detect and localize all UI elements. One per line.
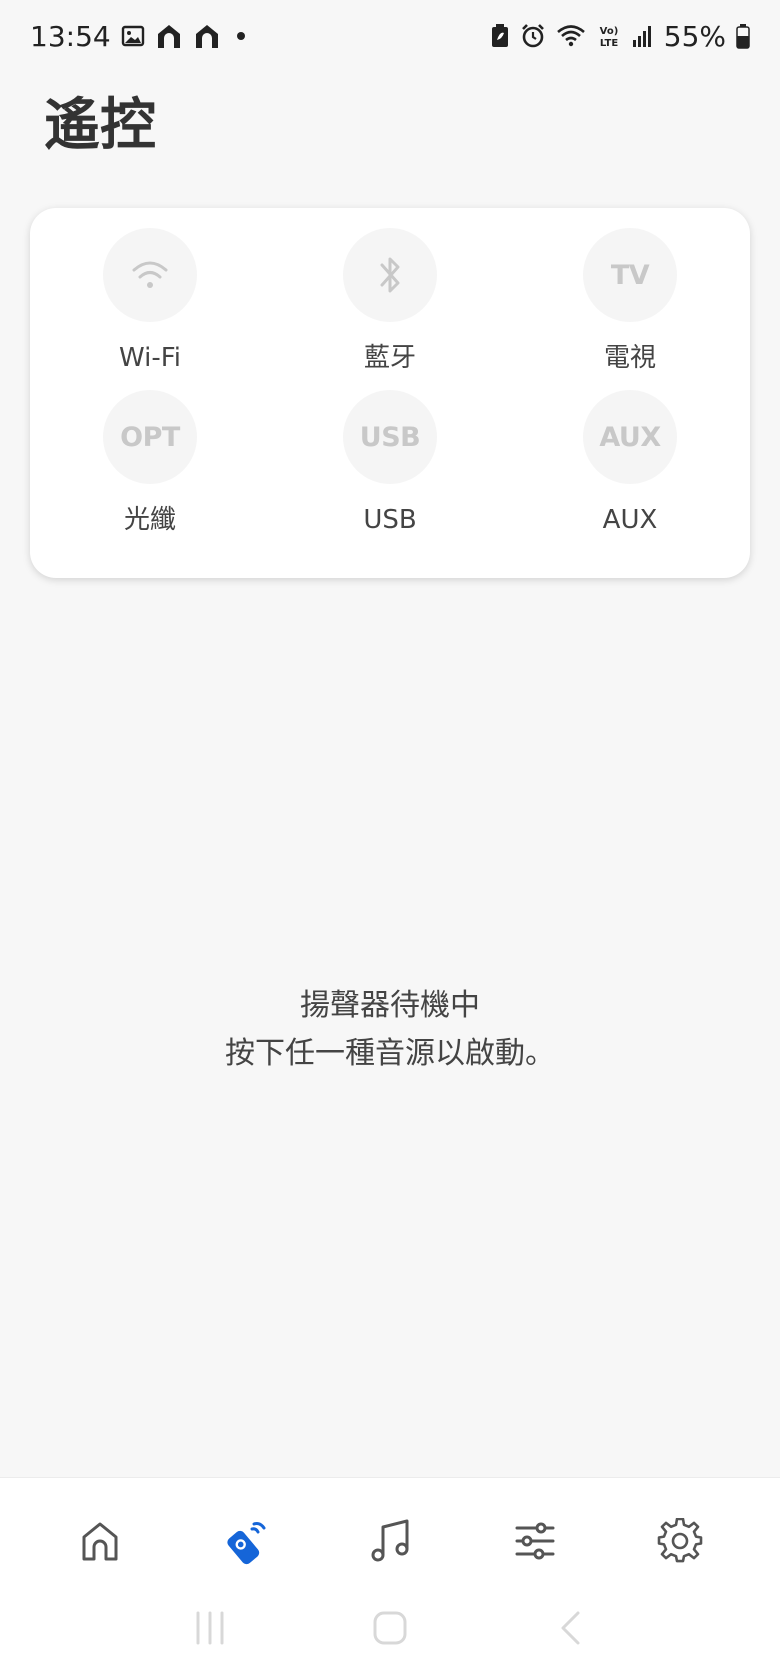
- wifi-icon: [556, 23, 586, 49]
- alarm-icon: [520, 23, 546, 49]
- equalizer-icon: [513, 1519, 557, 1567]
- wifi-icon: [103, 228, 197, 322]
- volte-icon: Vo) LTE: [596, 23, 622, 49]
- source-label: 光纖: [123, 505, 176, 535]
- source-card: Wi-Fi 藍牙 TV 電視 OPT 光纖 USB USB AUX AUX: [30, 208, 750, 578]
- home-app-icon: [193, 22, 221, 50]
- nav-home[interactable]: [63, 1506, 137, 1580]
- battery-saver-icon: [490, 23, 510, 49]
- source-optical[interactable]: OPT 光纖: [30, 390, 270, 538]
- standby-line-1: 揚聲器待機中: [300, 988, 480, 1023]
- signal-icon: [632, 24, 654, 48]
- standby-message: 揚聲器待機中 按下任一種音源以啟動。: [0, 982, 780, 1078]
- image-icon: [121, 24, 145, 48]
- optical-icon: OPT: [103, 390, 197, 484]
- source-wifi[interactable]: Wi-Fi: [30, 228, 270, 376]
- source-label: AUX: [602, 505, 658, 535]
- status-time: 13:54: [30, 19, 111, 53]
- status-bar: 13:54 Vo) LTE 55%: [0, 0, 780, 72]
- source-label: USB: [363, 505, 417, 535]
- source-label: 藍牙: [363, 343, 416, 373]
- notification-dot-icon: [236, 32, 245, 40]
- source-tv[interactable]: TV 電視: [510, 228, 750, 376]
- home-square-icon: [372, 1610, 408, 1650]
- source-label: Wi-Fi: [118, 343, 182, 373]
- source-aux[interactable]: AUX AUX: [510, 390, 750, 538]
- usb-icon: USB: [343, 390, 437, 484]
- back-button[interactable]: [540, 1605, 600, 1655]
- svg-text:LTE: LTE: [600, 38, 619, 49]
- nav-remote[interactable]: [208, 1506, 282, 1580]
- settings-icon: [657, 1517, 703, 1568]
- nav-music[interactable]: [353, 1506, 427, 1580]
- home-icon: [78, 1519, 122, 1567]
- battery-percent: 55%: [663, 19, 726, 53]
- nav-equalizer[interactable]: [498, 1506, 572, 1580]
- source-bluetooth[interactable]: 藍牙: [270, 228, 510, 376]
- source-usb[interactable]: USB USB: [270, 390, 510, 538]
- music-icon: [368, 1517, 412, 1569]
- page-title: 遙控: [44, 93, 156, 158]
- bluetooth-icon: [343, 228, 437, 322]
- source-grid: Wi-Fi 藍牙 TV 電視 OPT 光纖 USB USB AUX AUX: [30, 228, 750, 538]
- aux-icon: AUX: [583, 390, 677, 484]
- source-label: 電視: [603, 343, 656, 373]
- system-navigation: [0, 1600, 780, 1660]
- nav-settings[interactable]: [643, 1506, 717, 1580]
- home-app-icon: [155, 22, 183, 50]
- tv-icon: TV: [583, 228, 677, 322]
- svg-text:Vo): Vo): [599, 26, 618, 37]
- recents-button[interactable]: [180, 1605, 240, 1655]
- remote-icon: [220, 1516, 270, 1570]
- back-chevron-icon: [558, 1610, 582, 1650]
- standby-line-2: 按下任一種音源以啟動。: [225, 1036, 555, 1071]
- recents-icon: [192, 1611, 228, 1649]
- battery-icon: [736, 23, 750, 49]
- home-button[interactable]: [360, 1605, 420, 1655]
